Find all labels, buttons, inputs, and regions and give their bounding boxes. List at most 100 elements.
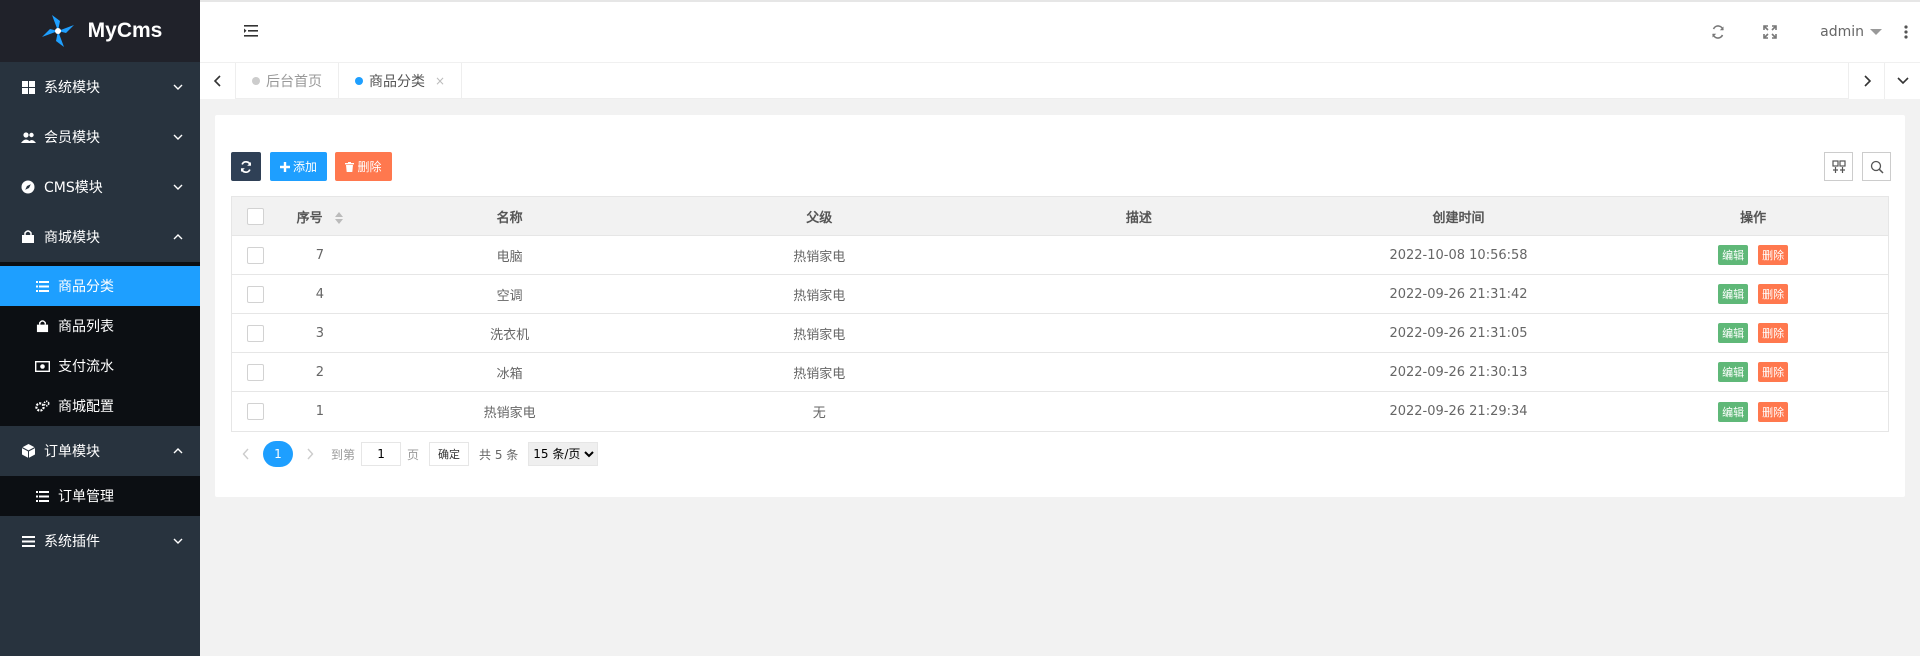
delete-button[interactable]: 删除: [1758, 323, 1789, 343]
row-checkbox[interactable]: [247, 363, 265, 381]
batch-delete-button[interactable]: 删除: [335, 152, 392, 181]
delete-button[interactable]: 删除: [1758, 245, 1789, 265]
sidebar-item-label: 订单管理: [58, 489, 114, 505]
cell-ops: 编辑 删除: [1618, 362, 1888, 382]
sidebar-group-label: 订单模块: [44, 444, 100, 460]
cell-name: 冰箱: [496, 366, 523, 382]
sidebar-group-cms[interactable]: CMS模块: [0, 162, 200, 212]
fullscreen-icon: [1763, 25, 1777, 39]
tab-label: 后台首页: [266, 74, 322, 90]
cell-seq: 7: [315, 247, 325, 263]
sidebar-group-shop[interactable]: 商城模块: [0, 212, 200, 262]
goto-confirm-button[interactable]: 确定: [429, 442, 470, 466]
add-button[interactable]: 添加: [270, 152, 327, 181]
chevron-right-icon: [307, 448, 314, 460]
page-unit-label: 页: [407, 447, 420, 462]
row-check-cell: [232, 363, 280, 381]
search-icon: [1870, 160, 1884, 174]
cell-parent: 热销家电: [793, 288, 846, 304]
sidebar-item-order-manage[interactable]: 订单管理: [0, 476, 200, 516]
edit-button[interactable]: 编辑: [1718, 245, 1749, 265]
edit-button[interactable]: 编辑: [1718, 323, 1749, 343]
row-checkbox[interactable]: [247, 324, 265, 342]
page-current[interactable]: 1: [263, 441, 293, 467]
sidebar-group-order[interactable]: 订单模块: [0, 426, 200, 476]
page-tabs: 后台首页 商品分类 ×: [200, 62, 1920, 99]
logo[interactable]: MyCms: [0, 0, 200, 62]
goto-label: 到第: [331, 447, 356, 462]
chevron-down-icon: [173, 84, 183, 90]
header-seq[interactable]: 序号: [280, 207, 360, 226]
sidebar-group-plugins[interactable]: 系统插件: [0, 516, 200, 566]
sidebar-item-shop-config[interactable]: 商城配置: [0, 386, 200, 426]
table-row: 7 电脑 热销家电 2022-10-08 10:56:58 编辑 删除: [232, 236, 1888, 275]
list-icon: [34, 280, 50, 292]
goto-page-input[interactable]: [361, 442, 402, 466]
sidebar-group-member[interactable]: 会员模块: [0, 112, 200, 162]
user-menu[interactable]: admin: [1796, 2, 1892, 62]
tab-home[interactable]: 后台首页: [236, 63, 339, 99]
columns-filter-button[interactable]: [1824, 152, 1853, 181]
delete-button[interactable]: 删除: [1758, 284, 1789, 304]
sidebar-item-payment-flow[interactable]: 支付流水: [0, 346, 200, 386]
cell-time: 2022-09-26 21:30:13: [1389, 364, 1528, 380]
sidebar-item-product-list[interactable]: 商品列表: [0, 306, 200, 346]
header-parent: 父级: [806, 210, 833, 226]
row-checkbox[interactable]: [247, 246, 265, 264]
next-page-button[interactable]: [295, 448, 325, 460]
more-button[interactable]: [1892, 2, 1920, 62]
menu-fold-icon[interactable]: [242, 22, 260, 40]
cell-parent: 热销家电: [793, 249, 846, 265]
header-check-cell: [232, 207, 280, 225]
tabs-scroll-right[interactable]: [1848, 63, 1884, 99]
cell-name: 空调: [496, 288, 523, 304]
cogs-icon: [34, 399, 50, 413]
delete-button[interactable]: 删除: [1758, 401, 1789, 422]
money-icon: [34, 360, 50, 372]
table-refresh-button[interactable]: [231, 152, 261, 181]
cell-name: 电脑: [496, 249, 523, 265]
chevron-up-icon: [173, 448, 183, 454]
row-check-cell: [232, 246, 280, 264]
select-all-checkbox[interactable]: [247, 207, 265, 225]
sidebar-group-system[interactable]: 系统模块: [0, 62, 200, 112]
delete-button[interactable]: 删除: [1758, 362, 1789, 382]
table-search-button[interactable]: [1862, 152, 1891, 181]
refresh-button[interactable]: [1692, 2, 1744, 62]
header-right: admin: [1692, 2, 1920, 62]
cell-time: 2022-10-08 10:56:58: [1389, 247, 1528, 263]
order-submenu: 订单管理: [0, 476, 200, 516]
chevron-up-icon: [173, 234, 183, 240]
edit-button[interactable]: 编辑: [1718, 284, 1749, 304]
sidebar-item-product-category[interactable]: 商品分类: [0, 266, 200, 306]
top-header: admin: [200, 0, 1920, 62]
shop-submenu: 商品分类 商品列表 支付流水 商城配置: [0, 262, 200, 426]
app-title: MyCms: [87, 19, 163, 42]
prev-page-button[interactable]: [231, 448, 261, 460]
tab-list: 后台首页 商品分类 ×: [236, 63, 463, 99]
row-checkbox[interactable]: [247, 403, 265, 420]
fullscreen-button[interactable]: [1744, 2, 1796, 62]
tabs-scroll-left[interactable]: [200, 63, 236, 99]
trash-icon: [345, 161, 355, 172]
sort-icon[interactable]: [335, 212, 344, 224]
tab-dot: [355, 77, 363, 85]
sidebar-item-label: 商品列表: [58, 319, 114, 335]
tab-product-category[interactable]: 商品分类 ×: [339, 63, 463, 99]
row-checkbox[interactable]: [247, 285, 265, 303]
logo-icon: [41, 15, 74, 47]
sidebar-item-label: 商城配置: [58, 399, 114, 415]
chevron-right-icon: [1863, 75, 1871, 87]
cell-seq: 3: [315, 325, 325, 341]
more-vertical-icon: [1904, 25, 1908, 39]
tabs-menu-button[interactable]: [1884, 63, 1920, 99]
sidebar: MyCms 系统模块 会员模块 CMS模块 商城模块 商品分类 商品列表 支付流…: [0, 0, 200, 656]
edit-button[interactable]: 编辑: [1718, 401, 1749, 422]
edit-button[interactable]: 编辑: [1718, 362, 1749, 382]
username: admin: [1820, 24, 1864, 40]
sidebar-group-label: 商城模块: [44, 230, 100, 246]
cell-name: 热销家电: [483, 406, 536, 421]
close-icon[interactable]: ×: [435, 74, 445, 88]
chevron-down-icon: [173, 184, 183, 190]
page-size-select[interactable]: 15 条/页: [528, 442, 599, 466]
